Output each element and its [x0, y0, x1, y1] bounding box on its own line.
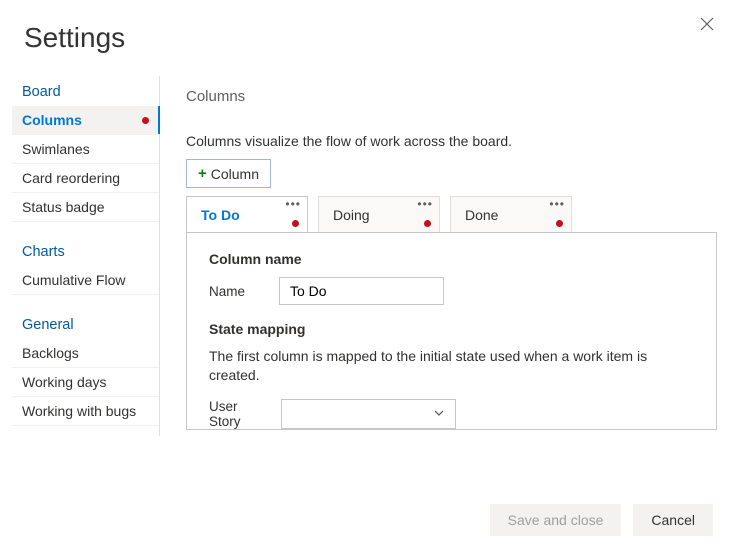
sidebar-item-backlogs[interactable]: Backlogs: [12, 339, 159, 368]
sidebar-item-label: Card reordering: [22, 170, 120, 186]
sidebar-item-label: Working days: [22, 374, 107, 390]
settings-sidebar: Board Columns Swimlanes Card reordering …: [12, 76, 160, 436]
nav-group-board: Board: [12, 76, 159, 106]
column-name-input[interactable]: [279, 277, 444, 305]
sidebar-item-cumulative-flow[interactable]: Cumulative Flow: [12, 266, 159, 295]
dialog-footer: Save and close Cancel: [490, 504, 713, 536]
main-panel: Columns Columns visualize the flow of wo…: [160, 76, 737, 436]
sidebar-item-label: Working with bugs: [22, 403, 136, 419]
nav-group-charts: Charts: [12, 236, 159, 266]
plus-icon: +: [198, 165, 207, 182]
column-tabs: ••• To Do ••• Doing ••• Done: [186, 196, 717, 233]
kebab-icon[interactable]: •••: [549, 197, 565, 211]
name-label: Name: [209, 284, 269, 299]
user-story-label: User Story: [209, 399, 271, 429]
error-icon: [292, 220, 299, 227]
tab-todo[interactable]: ••• To Do: [186, 196, 308, 233]
sidebar-item-columns[interactable]: Columns: [12, 106, 159, 135]
kebab-icon[interactable]: •••: [417, 197, 433, 211]
sidebar-item-label: Cumulative Flow: [22, 272, 125, 288]
column-name-heading: Column name: [209, 251, 694, 267]
main-title: Columns: [186, 88, 717, 105]
tab-done[interactable]: ••• Done: [450, 196, 572, 233]
sidebar-item-working-days[interactable]: Working days: [12, 368, 159, 397]
cancel-button[interactable]: Cancel: [633, 504, 713, 536]
sidebar-item-label: Backlogs: [22, 345, 79, 361]
sidebar-item-label: Status badge: [22, 199, 105, 215]
tab-label: To Do: [201, 207, 240, 223]
sidebar-item-label: Swimlanes: [22, 141, 90, 157]
sidebar-item-swimlanes[interactable]: Swimlanes: [12, 135, 159, 164]
tab-label: Doing: [333, 207, 370, 223]
error-icon: [556, 220, 563, 227]
sidebar-item-card-reordering[interactable]: Card reordering: [12, 164, 159, 193]
sidebar-item-label: Columns: [22, 112, 82, 128]
add-column-label: Column: [211, 166, 259, 182]
sidebar-item-working-with-bugs[interactable]: Working with bugs: [12, 397, 159, 426]
page-title: Settings: [24, 22, 737, 54]
error-icon: [142, 117, 149, 124]
error-icon: [424, 220, 431, 227]
kebab-icon[interactable]: •••: [285, 197, 301, 211]
chevron-down-icon: [433, 406, 445, 422]
nav-group-general: General: [12, 309, 159, 339]
close-icon[interactable]: [699, 16, 715, 32]
user-story-dropdown[interactable]: [281, 399, 456, 429]
main-description: Columns visualize the flow of work acros…: [186, 133, 717, 149]
column-settings-panel: Column name Name State mapping The first…: [186, 232, 717, 430]
tab-label: Done: [465, 207, 498, 223]
state-mapping-description: The first column is mapped to the initia…: [209, 347, 694, 385]
save-and-close-button[interactable]: Save and close: [490, 504, 622, 536]
sidebar-item-status-badge[interactable]: Status badge: [12, 193, 159, 222]
state-mapping-heading: State mapping: [209, 321, 694, 337]
add-column-button[interactable]: + Column: [186, 159, 271, 188]
tab-doing[interactable]: ••• Doing: [318, 196, 440, 233]
